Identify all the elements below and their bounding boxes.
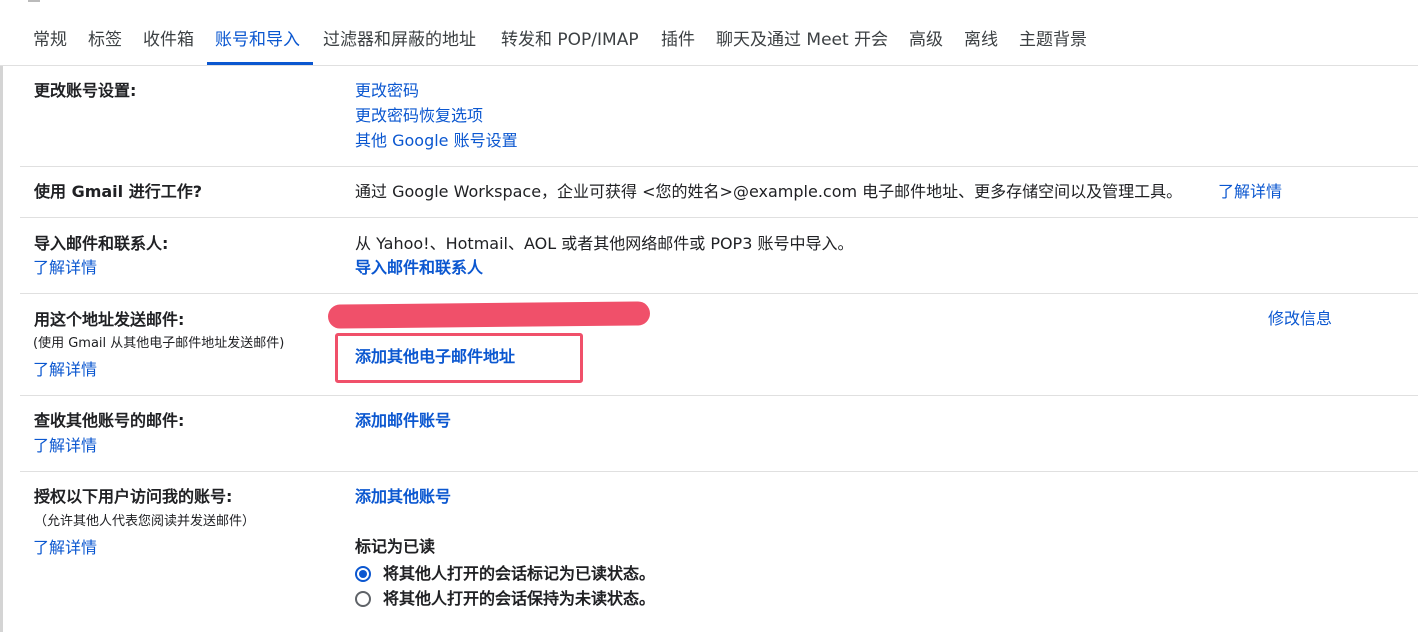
tab-offline[interactable]: 离线	[964, 29, 998, 51]
google-account-settings-link[interactable]: 其他 Google 账号设置	[355, 130, 518, 152]
tab-advanced[interactable]: 高级	[909, 29, 943, 51]
active-tab-indicator	[207, 62, 313, 65]
keep-unread-option-label[interactable]: 将其他人打开的会话保持为未读状态。	[383, 588, 655, 610]
import-description: 从 Yahoo!、Hotmail、AOL 或者其他网络邮件或 POP3 账号中导…	[355, 234, 854, 253]
mark-as-read-title: 标记为已读	[355, 537, 436, 556]
divider	[20, 395, 1418, 396]
workspace-label: 使用 Gmail 进行工作?	[34, 182, 202, 201]
workspace-learn-more-link[interactable]: 了解详情	[1218, 181, 1282, 203]
check-mail-learn-more-link[interactable]: 了解详情	[33, 435, 97, 457]
divider	[20, 471, 1418, 472]
change-password-link[interactable]: 更改密码	[355, 80, 419, 102]
mark-read-option-label[interactable]: 将其他人打开的会话标记为已读状态。	[383, 563, 655, 585]
tab-themes[interactable]: 主题背景	[1019, 29, 1087, 51]
tab-general[interactable]: 常规	[33, 29, 67, 51]
tab-inbox[interactable]: 收件箱	[143, 29, 194, 51]
add-mail-account-link[interactable]: 添加邮件账号	[355, 410, 451, 432]
delegate-sublabel: （允许其他人代表您阅读并发送邮件）	[34, 514, 256, 529]
redaction-mark	[327, 301, 651, 329]
add-another-account-link[interactable]: 添加其他账号	[355, 486, 451, 508]
divider	[20, 217, 1418, 218]
divider	[20, 293, 1418, 294]
check-mail-label: 查收其他账号的邮件:	[34, 411, 185, 430]
import-label: 导入邮件和联系人:	[34, 234, 169, 253]
send-as-sublabel: (使用 Gmail 从其他电子邮件地址发送邮件)	[33, 336, 285, 351]
delegate-learn-more-link[interactable]: 了解详情	[33, 537, 97, 559]
settings-tabs: 常规 标签 收件箱 账号和导入 过滤器和屏蔽的地址 转发和 POP/IMAP 插…	[0, 0, 1418, 66]
tab-forwarding-pop-imap[interactable]: 转发和 POP/IMAP	[501, 29, 639, 51]
change-recovery-link[interactable]: 更改密码恢复选项	[355, 105, 483, 127]
tab-labels[interactable]: 标签	[88, 29, 122, 51]
left-border	[0, 66, 3, 632]
tab-filters[interactable]: 过滤器和屏蔽的地址	[323, 29, 476, 51]
tab-chat-meet[interactable]: 聊天及通过 Meet 开会	[716, 29, 888, 51]
tab-addons[interactable]: 插件	[661, 29, 695, 51]
delegate-label: 授权以下用户访问我的账号:	[34, 487, 233, 506]
send-as-learn-more-link[interactable]: 了解详情	[33, 359, 97, 381]
import-learn-more-link[interactable]: 了解详情	[33, 257, 97, 279]
workspace-text: 通过 Google Workspace，企业可获得 <您的姓名>@example…	[355, 182, 1183, 201]
tab-accounts-import[interactable]: 账号和导入	[215, 29, 300, 51]
edit-info-link[interactable]: 修改信息	[1268, 308, 1332, 330]
send-as-label: 用这个地址发送邮件:	[34, 310, 185, 329]
change-account-label: 更改账号设置:	[34, 81, 137, 100]
import-mail-contacts-link[interactable]: 导入邮件和联系人	[355, 257, 483, 279]
divider	[20, 166, 1418, 167]
add-email-address-link[interactable]: 添加其他电子邮件地址	[355, 346, 515, 368]
mark-read-radio[interactable]	[355, 566, 371, 582]
keep-unread-radio[interactable]	[355, 591, 371, 607]
